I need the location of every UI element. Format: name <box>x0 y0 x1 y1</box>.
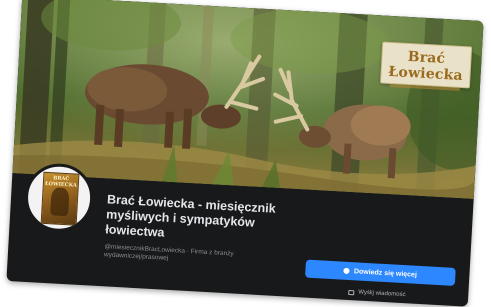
magazine-cover-title: BRAĆ ŁOWIECKA <box>44 175 77 189</box>
cover-photo-image <box>12 0 484 199</box>
facebook-page-header-card: Brać Łowiecka BRAĆ ŁOWIECKA Brać Łowieck… <box>6 0 484 307</box>
cover-photo[interactable]: Brać Łowiecka <box>12 0 484 199</box>
page-title: Brać Łowiecka - miesięcznik myśliwych i … <box>105 192 277 240</box>
cover-logo-badge: Brać Łowiecka <box>379 41 473 91</box>
magazine-cover-deer <box>50 187 70 217</box>
message-icon <box>348 289 355 295</box>
magazine-cover-thumbnail: BRAĆ ŁOWIECKA <box>40 171 80 226</box>
info-icon <box>343 267 351 275</box>
send-message-label: Wyślij wiadomość <box>358 289 406 299</box>
learn-more-button[interactable]: Dowiedz się więcej <box>305 259 456 286</box>
cover-logo-text: Brać Łowiecka <box>387 48 464 85</box>
learn-more-label: Dowiedz się więcej <box>353 267 418 279</box>
send-message-button[interactable]: Wyślij wiadomość <box>348 287 406 300</box>
page-subtitle: @miesiecznikBracLowiecka · Firma z branż… <box>103 243 234 262</box>
